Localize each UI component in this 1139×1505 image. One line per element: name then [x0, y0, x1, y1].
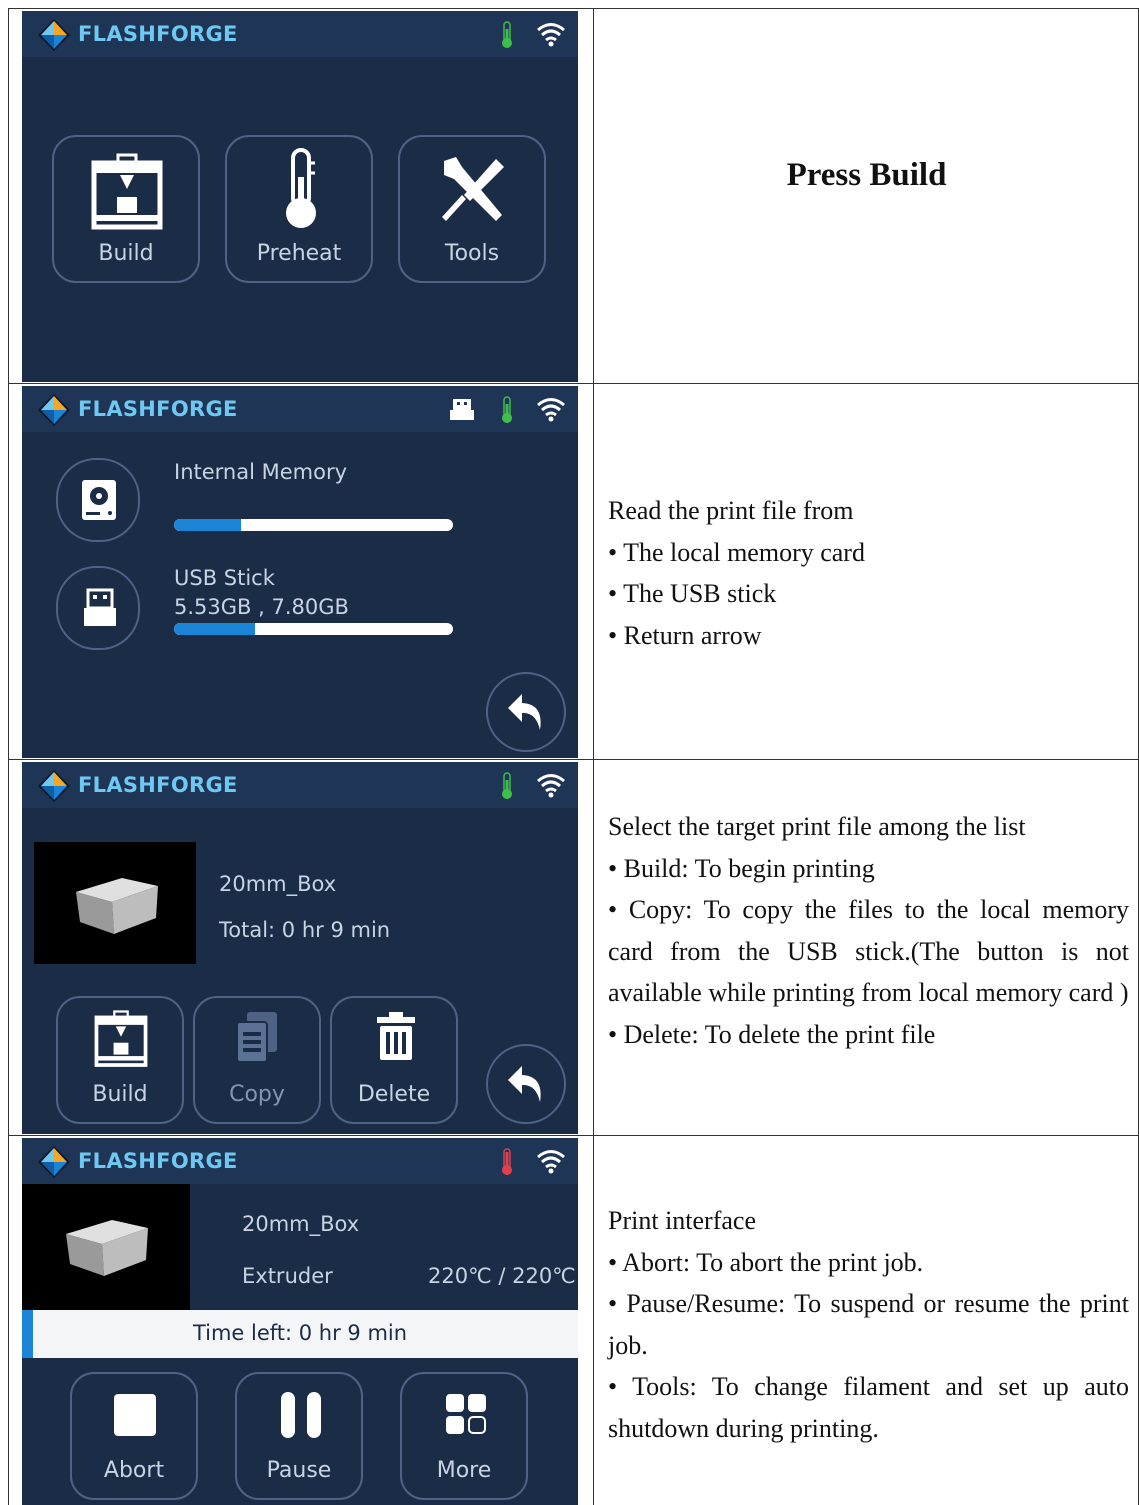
build-button[interactable]: Build [56, 996, 184, 1124]
flashforge-logo [38, 1146, 70, 1178]
printer-home-screen: FLASHFORGE Build Preheat Tools [22, 11, 578, 382]
brand-name: FLASHFORGE [78, 22, 238, 46]
time-left: Time left: 0 hr 9 min [192, 1321, 408, 1345]
delete-button[interactable]: Delete [330, 996, 458, 1124]
bullet-item: • Return arrow [608, 620, 762, 650]
usb-stick-button[interactable] [56, 566, 140, 650]
printer-icon [94, 1010, 148, 1067]
bullet-item: • Delete: To delete the print file [608, 1019, 936, 1049]
brand-name: FLASHFORGE [78, 773, 238, 797]
extruder-label: Extruder [242, 1264, 333, 1288]
table-row: FLASHFORGE [8, 8, 1139, 384]
more-grid-icon [446, 1394, 486, 1434]
box-model-image [66, 1220, 148, 1276]
temperature-ok-icon [502, 772, 512, 799]
pause-button[interactable]: Pause [235, 1372, 363, 1500]
temperature-ok-icon [502, 396, 512, 423]
flashforge-logo [38, 19, 70, 51]
stop-icon [114, 1394, 156, 1436]
internal-memory-label: Internal Memory [174, 460, 348, 484]
usb-stick-size: 5.53GB , 7.80GB [174, 595, 349, 619]
internal-memory-button[interactable] [56, 458, 140, 542]
internal-memory-usage-bar [174, 519, 453, 531]
usb-stick-icon [84, 588, 116, 626]
print-progress-screen: FLASHFORGE 20mm_Box Extruder 220℃ / 220℃… [22, 1138, 578, 1505]
table-row: FLASHFORGE [8, 1135, 1139, 1505]
usb-stick-usage-bar [174, 623, 453, 635]
return-arrow-icon [508, 1066, 541, 1102]
trash-icon [377, 1012, 415, 1060]
table-row: FLASHFORGE [8, 383, 1139, 760]
copy-button[interactable]: Copy [193, 996, 321, 1124]
tools-icon [442, 157, 504, 221]
delete-label: Delete [357, 1082, 431, 1107]
build-tile[interactable]: Build [52, 135, 200, 283]
model-thumbnail [34, 842, 196, 964]
return-button[interactable] [486, 1044, 566, 1124]
pause-label: Pause [266, 1458, 332, 1483]
usb-stick-label: USB Stick [174, 566, 275, 590]
return-arrow-icon [508, 694, 541, 730]
bullet-item: • Abort: To abort the print job. [608, 1247, 924, 1277]
preheat-tile[interactable]: Preheat [225, 135, 373, 283]
top-bar: FLASHFORGE [22, 11, 578, 57]
box-model-image [76, 878, 158, 934]
abort-label: Abort [103, 1458, 165, 1483]
temperature-hot-icon [502, 1148, 512, 1175]
copy-icon [236, 1012, 277, 1063]
model-thumbnail [22, 1184, 190, 1310]
storage-select-screen: FLASHFORGE Internal Memory USB Stick 5.5… [22, 386, 578, 758]
thermometer-icon [286, 148, 316, 228]
file-detail-screen: FLASHFORGE 20mm_Box Total: 0 hr 9 min Bu… [22, 762, 578, 1134]
table-row: FLASHFORGE [8, 759, 1139, 1136]
wifi-icon [537, 398, 565, 422]
top-bar: FLASHFORGE [22, 762, 578, 808]
wifi-icon [537, 1150, 565, 1174]
description-title: Select the target print file among the l… [608, 812, 1026, 841]
flashforge-logo [38, 394, 70, 426]
usb-status-icon [450, 399, 474, 420]
more-label: More [436, 1458, 492, 1483]
top-bar: FLASHFORGE [22, 386, 578, 432]
printer-icon [91, 153, 163, 230]
file-name: 20mm_Box [242, 1212, 360, 1236]
wifi-icon [537, 23, 565, 47]
brand-name: FLASHFORGE [78, 1149, 238, 1173]
description-title: Print interface [608, 1206, 756, 1235]
temperature-ok-icon [502, 21, 512, 48]
tools-tile[interactable]: Tools [398, 135, 546, 283]
file-name: 20mm_Box [219, 872, 337, 896]
bullet-item: • The local memory card [608, 537, 865, 567]
step-description: Read the print file from • The local mem… [608, 490, 1129, 656]
brand-name: FLASHFORGE [78, 397, 238, 421]
print-progress-bar: Time left: 0 hr 9 min [22, 1310, 578, 1358]
total-time: Total: 0 hr 9 min [219, 918, 391, 942]
bullet-item: • Pause/Resume: To suspend or resume the… [608, 1289, 1129, 1360]
wifi-icon [537, 774, 565, 798]
step-caption: Press Build [786, 157, 947, 193]
step-description: Print interface • Abort: To abort the pr… [608, 1200, 1129, 1450]
abort-button[interactable]: Abort [70, 1372, 198, 1500]
step-description: Select the target print file among the l… [608, 806, 1129, 1056]
bullet-item: • Build: To begin printing [608, 853, 875, 883]
bullet-item: • The USB stick [608, 579, 777, 609]
top-bar: FLASHFORGE [22, 1138, 578, 1184]
bullet-item: • Copy: To copy the files to the local m… [608, 895, 1129, 1008]
instruction-table: FLASHFORGE Build Preheat Tools Press Bui… [8, 8, 1139, 1505]
build-label: Build [92, 1082, 148, 1107]
preheat-label: Preheat [256, 241, 342, 266]
more-button[interactable]: More [400, 1372, 528, 1500]
copy-label: Copy [229, 1082, 285, 1107]
build-label: Build [98, 241, 154, 266]
hard-drive-icon [82, 480, 116, 520]
bullet-item: • Tools: To change filament and set up a… [608, 1372, 1129, 1443]
flashforge-logo [38, 770, 70, 802]
description-title: Read the print file from [608, 496, 854, 525]
tools-label: Tools [444, 241, 500, 266]
pause-icon [281, 1392, 321, 1438]
extruder-temperature: 220℃ / 220℃ [428, 1264, 576, 1288]
return-button[interactable] [486, 672, 566, 752]
